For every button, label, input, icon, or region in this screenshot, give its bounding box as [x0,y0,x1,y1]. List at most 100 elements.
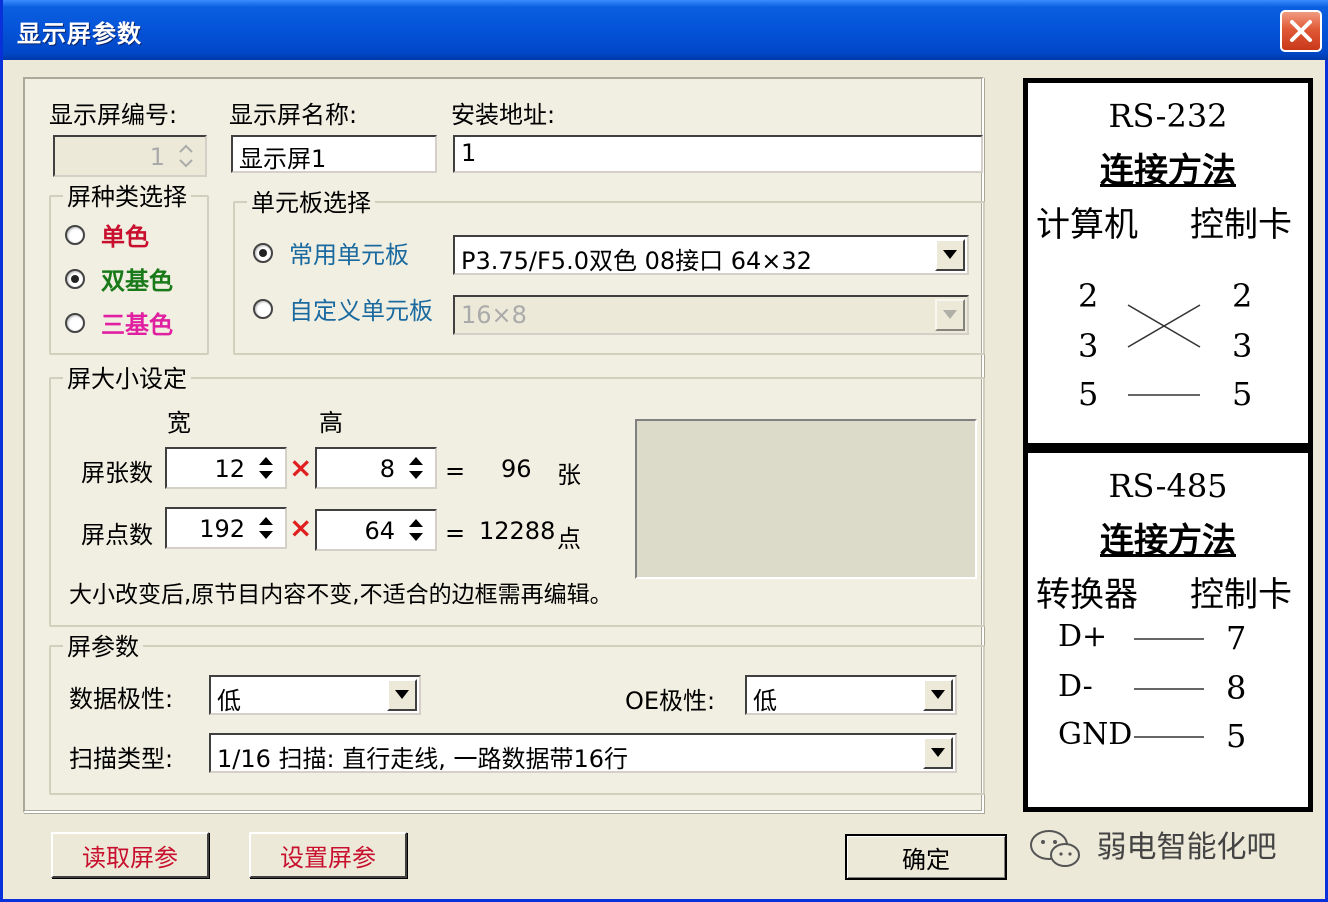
set-params-button[interactable]: 设置屏参 [249,832,407,878]
rs232-left-pin: 2 [1078,277,1099,315]
common-board-label: 常用单元板 [289,241,409,269]
rs485-title: RS-485 [1108,467,1228,505]
scan-type-select[interactable]: 1/16 扫描: 直行走线, 一路数据带16行 [209,733,957,773]
rs232-right-pin: 2 [1232,277,1253,315]
rs485-left-pin: D+ [1058,619,1108,654]
rs485-subtitle: 连接方法 [1100,521,1236,561]
wechat-icon [1030,829,1080,867]
width-header: 宽 [167,409,191,437]
panels-width-value: 12 [214,455,245,483]
rs485-left-header: 转换器 [1036,575,1138,615]
rs232-left-header: 计算机 [1036,205,1138,245]
dropdown-button[interactable] [935,299,965,331]
oe-polarity-value: 低 [753,687,777,715]
panels-unit: 张 [557,461,581,489]
title-bar[interactable]: 显示屏参数 [3,0,1328,60]
rs232-right-pin: 3 [1232,327,1253,365]
common-board-value: P3.75/F5.0双色 08接口 64×32 [461,247,812,275]
spinner-arrows-icon[interactable] [253,451,279,485]
chevron-down-icon [943,250,957,259]
mono-label: 单色 [101,223,149,251]
oe-polarity-label: OE极性: [625,687,716,715]
read-params-button[interactable]: 读取屏参 [51,832,209,878]
dots-height-spinner[interactable]: 64 [315,509,437,551]
close-icon [1290,20,1312,42]
data-polarity-select[interactable]: 低 [209,675,421,715]
screen-params-caption: 屏参数 [63,627,143,662]
chevron-down-icon [943,310,957,319]
panels-height-value: 8 [379,455,395,483]
install-address-label: 安装地址: [451,101,556,129]
wiring-lines [1127,304,1201,396]
dots-height-value: 64 [364,517,395,545]
window-title: 显示屏参数 [17,20,142,48]
watermark-text: 弱电智能化吧 [1096,830,1277,865]
screen-name-label: 显示屏名称: [229,101,358,129]
times-sign: × [289,451,313,484]
watermark: 弱电智能化吧 [1027,822,1277,871]
rs232-diagram: RS-232 连接方法 计算机 控制卡 2 3 5 2 3 5 [1023,78,1313,448]
rs232-right-pin: 5 [1232,375,1253,413]
radio-common-board[interactable] [253,243,273,263]
spinner-arrows-icon[interactable] [253,511,279,545]
dots-width-spinner[interactable]: 192 [165,507,287,549]
dots-label: 屏点数 [81,521,153,549]
rs485-right-header: 控制卡 [1190,575,1292,615]
panels-label: 屏张数 [81,459,153,487]
main-panel: 显示屏编号: 显示屏名称: 安装地址: 1 显示屏1 1 屏种类选择 单色 双基… [23,77,985,813]
panels-total: 96 [501,455,532,483]
tri-color-label: 三基色 [101,311,173,339]
times-sign: × [289,511,313,544]
rs485-right-pin: 8 [1226,669,1247,707]
dropdown-button[interactable] [935,239,965,271]
rs485-right-pin: 5 [1226,717,1247,755]
dual-color-label: 双基色 [101,267,173,295]
close-button[interactable] [1280,10,1322,52]
spinner-arrows-icon[interactable] [403,451,429,485]
wiring-lines [1134,638,1204,738]
radio-tri-color[interactable] [65,313,85,333]
custom-board-select[interactable]: 16×8 [453,295,969,335]
dialog-client: 显示屏编号: 显示屏名称: 安装地址: 1 显示屏1 1 屏种类选择 单色 双基… [9,60,1325,898]
panels-height-spinner[interactable]: 8 [315,447,437,489]
screen-params-group: 屏参数 数据极性: 低 OE极性: 低 扫描类型: 1/16 扫描: 直行走线,… [49,627,985,795]
dropdown-button[interactable] [923,679,953,711]
radio-mono[interactable] [65,225,85,245]
size-note: 大小改变后,原节目内容不变,不适合的边框需再编辑。 [69,582,613,608]
dropdown-button[interactable] [923,737,953,769]
common-board-select[interactable]: P3.75/F5.0双色 08接口 64×32 [453,235,969,275]
chevron-down-icon [395,690,409,699]
unit-board-caption: 单元板选择 [247,183,375,218]
rs232-left-pin: 5 [1078,375,1099,413]
scan-type-label: 扫描类型: [69,745,174,773]
dialog-window: 显示屏参数 显示屏编号: 显示屏名称: 安装地址: 1 显示屏1 1 屏种类选择… [0,0,1328,902]
spinner-arrows-icon[interactable] [403,513,429,547]
chevron-down-icon [931,690,945,699]
height-header: 高 [319,409,343,437]
dots-unit: 点 [557,525,581,553]
screen-type-group: 屏种类选择 单色 双基色 三基色 [49,177,209,355]
panels-equals: = [445,457,466,485]
panels-width-spinner[interactable]: 12 [165,447,287,489]
radio-custom-board[interactable] [253,299,273,319]
screen-name-field[interactable]: 显示屏1 [231,135,437,173]
oe-polarity-select[interactable]: 低 [745,675,957,715]
install-address-field[interactable]: 1 [453,135,983,173]
rs232-subtitle: 连接方法 [1100,151,1236,191]
rs485-left-pin: D- [1058,669,1093,704]
screen-type-caption: 屏种类选择 [63,177,191,212]
screen-size-caption: 屏大小设定 [63,359,191,394]
dots-total: 12288 [479,517,556,545]
dots-width-value: 192 [199,515,245,543]
custom-board-value: 16×8 [461,301,527,329]
screen-number-value: 1 [149,143,165,171]
unit-board-group: 单元板选择 常用单元板 P3.75/F5.0双色 08接口 64×32 自定义单… [233,183,985,355]
chevron-down-icon [931,748,945,757]
ok-button[interactable]: 确定 [845,834,1007,880]
screen-number-spinner[interactable]: 1 [53,135,207,177]
spinner-arrows-icon[interactable] [173,139,199,173]
radio-dual-color[interactable] [65,269,85,289]
data-polarity-label: 数据极性: [69,685,174,713]
rs232-left-pin: 3 [1078,327,1099,365]
dropdown-button[interactable] [387,679,417,711]
